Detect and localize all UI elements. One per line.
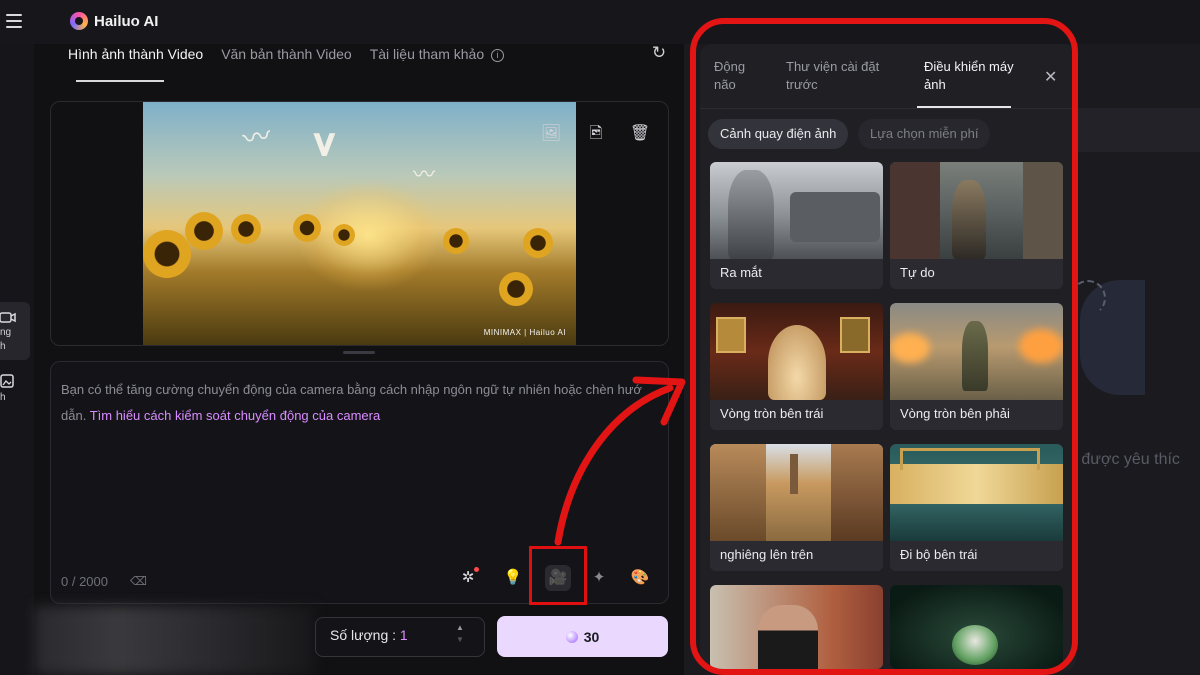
rail-item-subject[interactable]: h [0,370,30,420]
magic-icon[interactable]: ✲ [455,565,481,591]
reset-icon[interactable]: ↻ [650,44,668,62]
notification-dot [474,567,479,572]
sunflower-shape [333,224,355,246]
lightbulb-icon[interactable]: 💡 [500,565,526,591]
chevron-up-icon[interactable]: ▲ [456,622,464,634]
rail-item-image-to-video[interactable]: ng h [0,302,30,360]
image-icon [0,374,14,388]
bird-shape: 〰 [413,162,436,187]
sunflower-shape [499,272,533,306]
wand-icon[interactable]: ✦ [586,565,612,591]
brand-logo[interactable]: Hailuo AI [70,12,158,30]
eraser-icon[interactable]: ⌫ [130,574,147,588]
empty-hint: o được yêu thíc [1068,451,1180,468]
image-edit-icon[interactable]: 🖻 [585,123,607,145]
quantity-value: 1 [399,627,408,643]
logo-icon [70,12,88,30]
resize-handle[interactable] [343,351,375,354]
rail-item-label: h [0,392,6,403]
highlight-box [529,546,587,605]
generate-cost: 30 [583,628,600,645]
bird-shape: 𝛎 [313,120,336,164]
tab-text-to-video[interactable]: Văn bản thành Video [221,46,352,62]
uploaded-image: 〰 𝛎 〰 MINIMAX | Hailuo AI [143,102,576,345]
brand-name: Hailuo AI [94,12,159,30]
menu-icon[interactable] [6,14,22,28]
quantity-label: Số lượng : 1 [330,627,408,643]
tab-reference[interactable]: Tài liệu tham khảo i [369,46,505,62]
sunflower-shape [185,212,223,250]
stepper-arrows[interactable]: ▲ ▼ [456,622,464,646]
tab-image-to-video[interactable]: Hình ảnh thành Video [68,46,203,62]
camera-help-link[interactable]: Tìm hiểu cách kiểm soát chuyển động của … [90,408,380,423]
highlight-outline [690,18,1078,675]
sunflower-shape [231,214,261,244]
chevron-down-icon[interactable]: ▼ [456,634,464,646]
sunflower-shape [443,228,469,254]
blurred-area [34,606,314,675]
char-counter: 0 / 2000 [61,574,108,589]
rail-item-label: ng h [0,327,12,352]
watermark: MINIMAX | Hailuo AI [483,328,566,337]
sunflower-shape [293,214,321,242]
bird-shape: 〰 [240,119,274,156]
palette-icon[interactable]: 🎨 [627,565,653,591]
sunflower-shape [523,228,553,258]
trash-icon[interactable]: 🗑 [629,123,651,145]
sunflower-shape [143,230,191,278]
results-header [1075,108,1200,152]
mode-tabs: Hình ảnh thành Video Văn bản thành Video… [68,46,505,62]
generate-button[interactable]: 30 [497,616,668,657]
credit-icon [565,630,578,643]
annotation-arrow [554,376,686,546]
video-icon [0,312,16,323]
quantity-label-text: Số lượng : [330,627,397,643]
info-icon[interactable]: i [491,49,505,62]
tab-reference-label: Tài liệu tham khảo [369,46,485,62]
active-tab-underline [76,80,164,82]
image-icon[interactable]: 🖼 [540,123,562,145]
